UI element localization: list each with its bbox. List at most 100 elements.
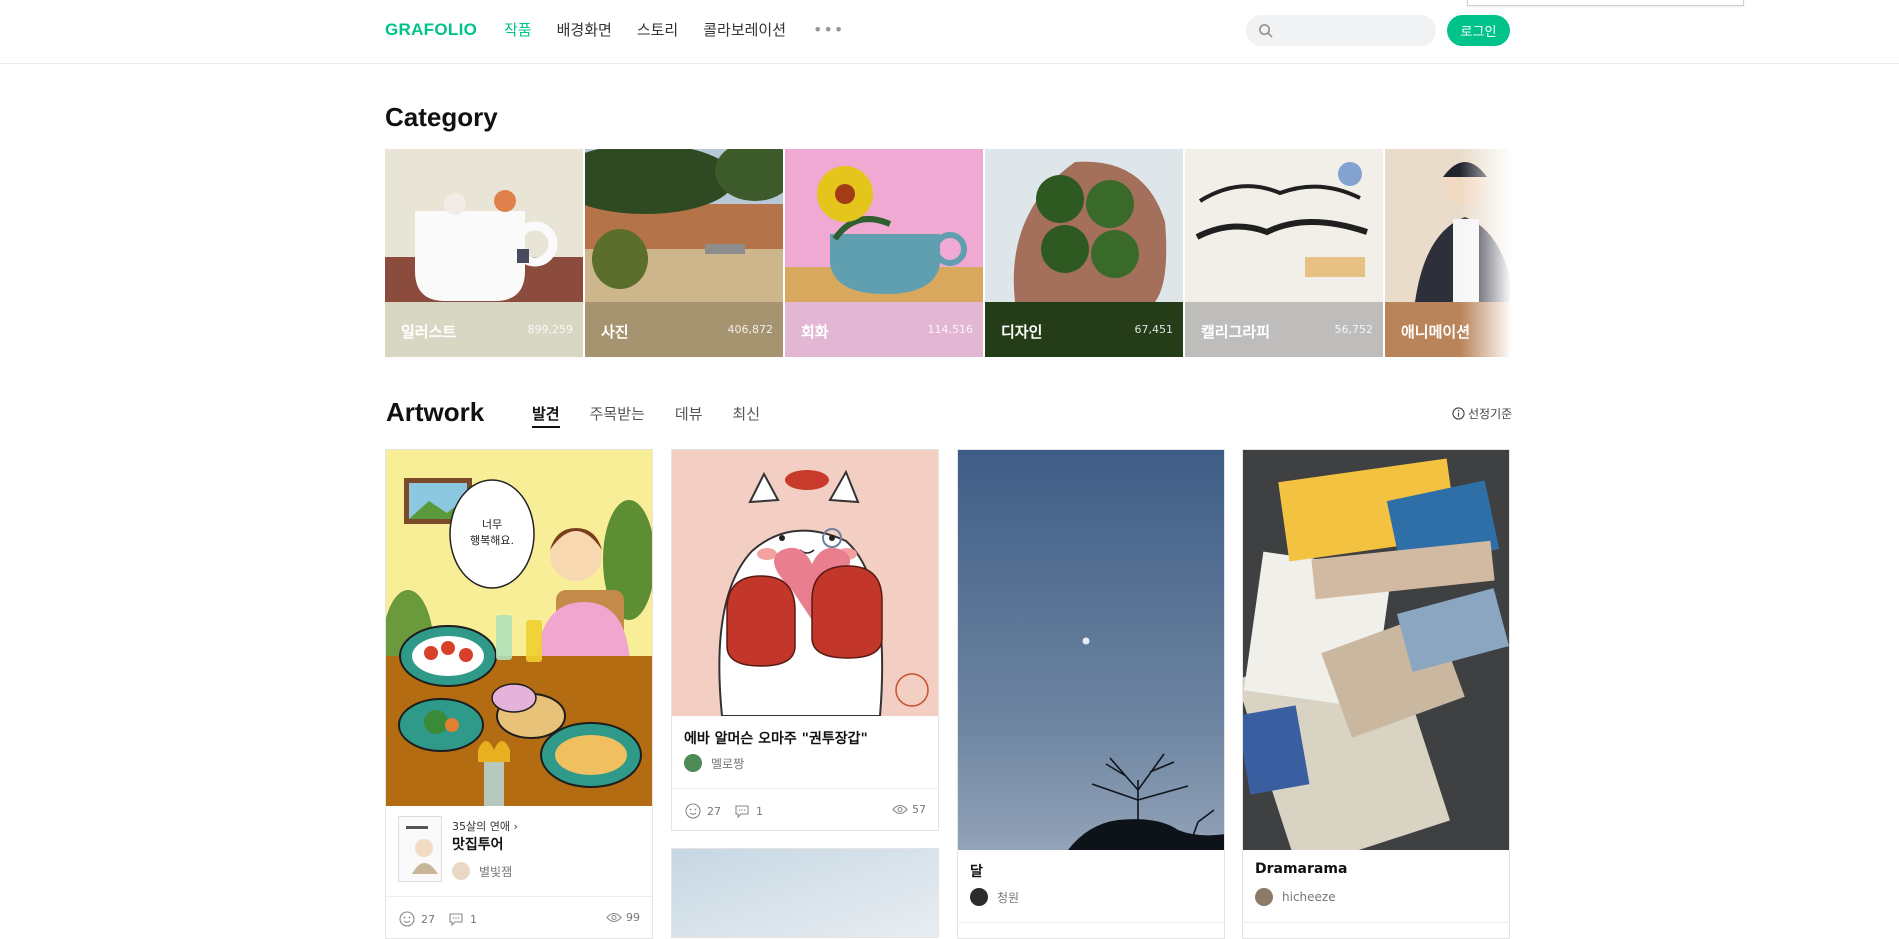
artwork-stats: 27 1 57 (672, 788, 938, 830)
view-count: 57 (912, 803, 926, 816)
category-thumb-photo (585, 149, 783, 302)
series-cover-thumbnail (398, 816, 442, 882)
artwork-stats (1243, 922, 1509, 938)
info-icon (1452, 407, 1465, 420)
category-count: 67,451 (1134, 323, 1174, 336)
category-thumb-design (985, 149, 1183, 302)
author-name: 멜로짱 (711, 756, 745, 771)
category-name: 캘리그라피 (1201, 323, 1271, 341)
category-card-calligraphy[interactable]: 캘리그라피 56,752 (1185, 149, 1383, 357)
category-count: 56,752 (1334, 323, 1374, 336)
like-count: 27 (707, 804, 721, 818)
comment-button[interactable]: 1 (448, 911, 477, 927)
comment-count: 1 (470, 912, 477, 926)
artwork-card[interactable] (671, 848, 939, 938)
like-button[interactable]: 27 (685, 803, 721, 819)
artwork-thumbnail: 너무 행복해요. (386, 450, 652, 806)
comment-button[interactable]: 1 (734, 803, 763, 819)
category-name: 디자인 (1001, 323, 1043, 341)
smile-icon (685, 803, 701, 819)
artwork-title[interactable]: 달 (970, 861, 983, 881)
author-link[interactable]: 멜로짱 (684, 754, 744, 772)
tab-discover[interactable]: 발견 (532, 403, 560, 428)
artwork-card[interactable]: 너무 행복해요. 35살의 연애 › 맛집투어 별빛잼 27 1 99 (385, 449, 653, 939)
category-footer-design: 디자인 67,451 (985, 302, 1183, 357)
author-avatar (452, 862, 470, 880)
artwork-stats (958, 922, 1224, 938)
nav-item-wallpaper[interactable]: 배경화면 (557, 19, 612, 40)
category-thumb-painting (785, 149, 983, 302)
tab-latest[interactable]: 최신 (732, 403, 760, 428)
artwork-stats: 27 1 99 (386, 896, 652, 938)
artwork-title[interactable]: 맛집투어 (452, 834, 504, 854)
author-link[interactable]: hicheeze (1255, 888, 1336, 906)
artwork-tabs: 발견 주목받는 데뷰 최신 (532, 403, 760, 428)
artwork-thumbnail (958, 450, 1224, 850)
author-avatar (1255, 888, 1273, 906)
nav-item-story[interactable]: 스토리 (637, 19, 678, 40)
category-footer-painting: 회화 114,516 (785, 302, 983, 357)
search-input[interactable] (1280, 15, 1428, 46)
author-avatar (970, 888, 988, 906)
category-footer-illustration: 일러스트 899,259 (385, 302, 583, 357)
author-name: 청원 (997, 890, 1020, 905)
carousel-fade-edge (1460, 149, 1512, 357)
author-name: 별빛잼 (479, 864, 513, 879)
artwork-title[interactable]: Dramarama (1255, 861, 1347, 877)
nav-item-collaboration[interactable]: 콜라보레이션 (703, 19, 786, 40)
category-card-painting[interactable]: 회화 114,516 (785, 149, 983, 357)
svg-text:너무: 너무 (482, 518, 502, 531)
search-box[interactable] (1246, 15, 1436, 46)
category-count: 406,872 (727, 323, 774, 336)
category-count: 899,259 (527, 323, 574, 336)
category-name: 일러스트 (401, 323, 457, 341)
artwork-card[interactable]: 달 청원 (957, 449, 1225, 939)
selection-criteria-link[interactable]: 선정기준 (1452, 405, 1512, 422)
author-link[interactable]: 청원 (970, 888, 1019, 906)
top-navigation-bar: GRAFOLIO 작품 배경화면 스토리 콜라보레이션 ••• 로그인 (0, 0, 1899, 64)
like-button[interactable]: 27 (399, 911, 435, 927)
smile-icon (399, 911, 415, 927)
category-card-illustration[interactable]: 일러스트 899,259 (385, 149, 583, 357)
category-thumb-illustration (385, 149, 583, 302)
login-button[interactable]: 로그인 (1447, 15, 1510, 46)
artwork-title[interactable]: 에바 알머슨 오마주 "권투장갑" (684, 728, 868, 748)
eye-icon (606, 912, 622, 923)
artwork-card[interactable]: Dramarama hicheeze (1242, 449, 1510, 939)
author-name: hicheeze (1282, 890, 1336, 904)
tab-debut[interactable]: 데뷰 (675, 403, 703, 428)
grafolio-logo[interactable]: GRAFOLIO (385, 20, 477, 40)
category-footer-photo: 사진 406,872 (585, 302, 783, 357)
more-menu-icon[interactable]: ••• (813, 20, 844, 39)
series-link[interactable]: 35살의 연애 › (452, 818, 518, 834)
category-card-photo[interactable]: 사진 406,872 (585, 149, 783, 357)
nav-item-artworks[interactable]: 작품 (504, 19, 532, 40)
like-count: 27 (421, 912, 435, 926)
category-name: 사진 (601, 323, 629, 341)
author-link[interactable]: 별빛잼 (452, 862, 512, 880)
artwork-card[interactable]: 에바 알머슨 오마주 "권투장갑" 멜로짱 27 1 57 (671, 449, 939, 831)
artwork-thumbnail (672, 450, 938, 716)
artwork-thumbnail (1243, 450, 1509, 850)
criteria-label: 선정기준 (1468, 407, 1513, 421)
chevron-right-icon: › (513, 820, 518, 833)
category-heading: Category (385, 102, 498, 132)
category-count: 114,516 (927, 323, 974, 336)
eye-icon (892, 804, 908, 815)
comment-icon (449, 913, 463, 927)
svg-text:행복해요.: 행복해요. (470, 533, 514, 547)
view-stat: 99 (606, 911, 640, 924)
artwork-heading: Artwork (386, 397, 485, 427)
category-name: 회화 (801, 323, 829, 341)
tab-trending[interactable]: 주목받는 (590, 403, 645, 428)
dropdown-panel-edge (1467, 0, 1744, 6)
author-avatar (684, 754, 702, 772)
main-nav: 작품 배경화면 스토리 콜라보레이션 ••• (504, 19, 844, 40)
category-carousel[interactable]: 일러스트 899,259 사진 406,872 회화 114,516 디자인 6… (385, 149, 1510, 357)
category-card-design[interactable]: 디자인 67,451 (985, 149, 1183, 357)
comment-count: 1 (756, 804, 763, 818)
search-icon (1259, 24, 1273, 38)
category-thumb-calligraphy (1185, 149, 1383, 302)
view-stat: 57 (892, 803, 926, 816)
comment-icon (735, 805, 749, 819)
